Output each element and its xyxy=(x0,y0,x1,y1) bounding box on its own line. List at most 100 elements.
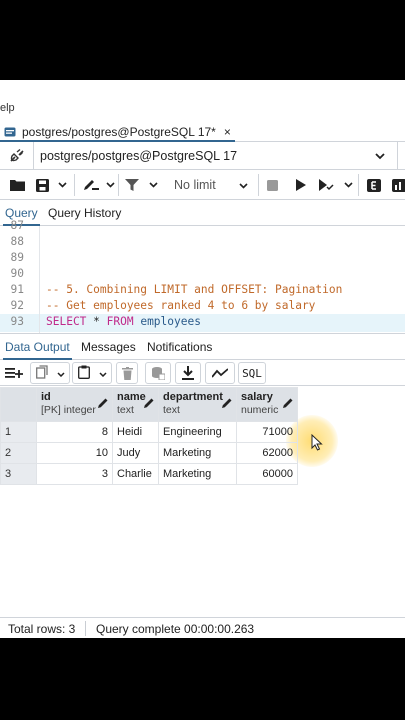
line-number: 87 xyxy=(10,219,24,232)
cell-department[interactable]: Engineering xyxy=(158,421,237,443)
column-header-name[interactable]: name text xyxy=(112,387,159,422)
column-header-salary[interactable]: salary numeric xyxy=(236,387,298,422)
execute-play-icon[interactable] xyxy=(291,174,309,196)
sql-editor[interactable]: 87 88 89 90 91 92 93 -- 5. Combining LIM… xyxy=(0,219,405,334)
cell-id[interactable]: 10 xyxy=(36,442,113,464)
cell-department[interactable]: Marketing xyxy=(158,463,237,485)
edit-column-pencil-icon[interactable] xyxy=(98,397,108,411)
filter-icon[interactable] xyxy=(123,174,141,196)
download-icon[interactable] xyxy=(175,362,201,384)
status-bar: Total rows: 3 Query complete 00:00:00.26… xyxy=(0,617,405,638)
connection-bar-edge xyxy=(397,142,405,169)
row-number-header xyxy=(0,387,37,422)
chevron-down-icon xyxy=(239,178,248,192)
cell-name[interactable]: Heidi xyxy=(112,421,159,443)
column-header-department[interactable]: department text xyxy=(158,387,237,422)
total-rows-status: Total rows: 3 xyxy=(8,622,76,636)
edit-column-pencil-icon[interactable] xyxy=(222,397,232,411)
keyword-from: FROM xyxy=(106,315,134,328)
line-number: 89 xyxy=(10,251,24,264)
save-data-icon[interactable] xyxy=(145,362,171,384)
menu-help[interactable]: elp xyxy=(0,102,15,114)
cell-name[interactable]: Charlie xyxy=(112,463,159,485)
cell-department[interactable]: Marketing xyxy=(158,442,237,464)
execute-options-icon[interactable] xyxy=(316,174,336,196)
sql-button[interactable]: SQL xyxy=(238,362,266,384)
explain-analyze-icon[interactable] xyxy=(390,174,405,196)
query-tab-label: postgres/postgres@PostgreSQL 17* xyxy=(22,124,216,139)
tab-query[interactable]: Query xyxy=(3,206,40,226)
code-comment-line: -- Get employees ranked 4 to 6 by salary xyxy=(46,299,316,312)
chevron-down-icon xyxy=(98,366,107,380)
graph-visualiser-icon[interactable] xyxy=(205,362,235,384)
execute-chevron-icon[interactable] xyxy=(341,174,355,196)
status-divider xyxy=(85,621,86,636)
result-tabs: Data Output Messages Notifications xyxy=(0,334,405,360)
table-header-row: id [PK] integer name text department tex… xyxy=(0,387,298,422)
cell-salary[interactable]: 62000 xyxy=(236,442,298,464)
query-tab-bar: postgres/postgres@PostgreSQL 17* × xyxy=(0,120,405,142)
cell-id[interactable]: 8 xyxy=(36,421,113,443)
delete-row-icon[interactable] xyxy=(116,362,138,384)
connection-bar: postgres/postgres@PostgreSQL 17 xyxy=(0,141,405,170)
row-limit-label: No limit xyxy=(174,178,216,192)
edit-options-chevron-icon[interactable] xyxy=(103,174,117,196)
connection-select[interactable]: postgres/postgres@PostgreSQL 17 xyxy=(34,142,397,169)
stop-icon[interactable] xyxy=(263,174,281,196)
row-number: 1 xyxy=(0,421,37,443)
pgadmin-window: elp postgres/postgres@PostgreSQL 17* × p… xyxy=(0,80,405,638)
copy-icon xyxy=(35,364,48,382)
table-identifier: employees xyxy=(133,315,201,328)
tab-query-history[interactable]: Query History xyxy=(48,206,121,220)
row-limit-select[interactable]: No limit xyxy=(166,174,252,196)
connection-status-icon[interactable] xyxy=(0,141,34,170)
table-row[interactable]: 2 10 Judy Marketing 62000 xyxy=(0,442,298,464)
code-operator: * xyxy=(86,315,107,328)
toolbar-divider xyxy=(118,174,119,196)
copy-button[interactable] xyxy=(30,362,70,384)
line-number: 88 xyxy=(10,235,24,248)
tab-notifications[interactable]: Notifications xyxy=(147,340,212,354)
line-number: 92 xyxy=(10,299,24,312)
cell-id[interactable]: 3 xyxy=(36,463,113,485)
save-options-chevron-icon[interactable] xyxy=(55,174,69,196)
toolbar-divider xyxy=(258,174,259,196)
line-number: 91 xyxy=(10,283,24,296)
menu-bar: elp xyxy=(0,80,405,120)
paste-button[interactable] xyxy=(72,362,112,384)
tab-messages[interactable]: Messages xyxy=(81,340,136,354)
query-tab[interactable]: postgres/postgres@PostgreSQL 17* × xyxy=(0,123,235,142)
code-comment-line: -- 5. Combining LIMIT and OFFSET: Pagina… xyxy=(46,283,343,296)
table-row[interactable]: 3 3 Charlie Marketing 60000 xyxy=(0,463,298,485)
save-icon[interactable] xyxy=(33,174,51,196)
cell-name[interactable]: Judy xyxy=(112,442,159,464)
line-number: 90 xyxy=(10,267,24,280)
row-number: 2 xyxy=(0,442,37,464)
close-tab-icon[interactable]: × xyxy=(224,125,231,139)
toolbar-divider xyxy=(74,174,75,196)
cell-salary[interactable]: 60000 xyxy=(236,463,298,485)
connection-label: postgres/postgres@PostgreSQL 17 xyxy=(40,148,238,163)
mouse-pointer-icon xyxy=(311,433,323,454)
chevron-down-icon xyxy=(56,366,65,380)
result-table: id [PK] integer name text department tex… xyxy=(0,387,298,485)
line-number: 93 xyxy=(10,315,24,328)
sql-button-label: SQL xyxy=(242,366,262,380)
edit-pencil-icon[interactable] xyxy=(80,174,102,196)
tab-data-output[interactable]: Data Output xyxy=(3,340,72,360)
keyword-select: SELECT xyxy=(46,315,87,328)
open-file-icon[interactable] xyxy=(8,174,26,196)
chevron-down-icon xyxy=(375,149,385,163)
filter-options-chevron-icon[interactable] xyxy=(146,174,160,196)
table-row[interactable]: 1 8 Heidi Engineering 71000 xyxy=(0,421,298,443)
edit-column-pencil-icon[interactable] xyxy=(144,397,154,411)
query-toolbar: No limit xyxy=(0,170,405,200)
edit-column-pencil-icon[interactable] xyxy=(283,397,293,411)
column-header-id[interactable]: id [PK] integer xyxy=(36,387,113,422)
add-row-icon[interactable] xyxy=(2,362,26,384)
paste-icon xyxy=(77,365,90,382)
explain-icon[interactable] xyxy=(364,174,384,196)
cell-salary[interactable]: 71000 xyxy=(236,421,298,443)
data-grid-toolbar: SQL xyxy=(0,360,405,386)
code-select-line: SELECT * FROM employees xyxy=(46,315,201,328)
